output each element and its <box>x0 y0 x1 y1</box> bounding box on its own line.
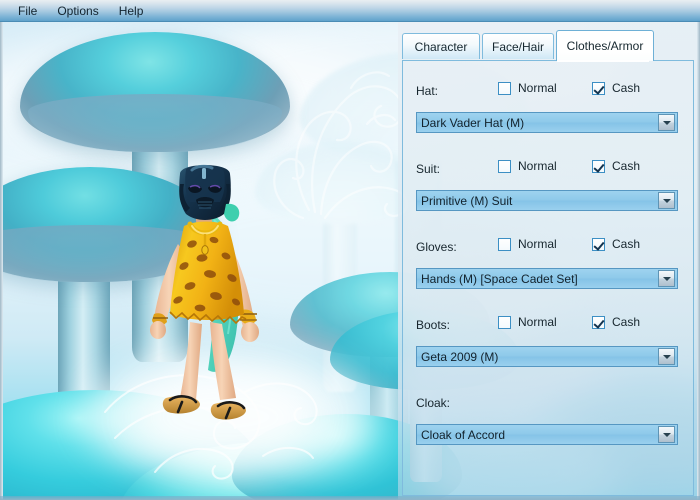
window-frame-bottom <box>0 496 700 500</box>
checkbox-box[interactable] <box>592 238 605 251</box>
gloves-label: Gloves: <box>416 240 457 254</box>
checkbox-box[interactable] <box>498 82 511 95</box>
checkbox-box[interactable] <box>592 316 605 329</box>
avatar-helmet <box>179 164 231 220</box>
group-cloak: Cloak: Cloak of Accord <box>416 394 678 464</box>
group-suit: Suit: Normal Cash Primitive (M) Suit <box>416 160 678 230</box>
tab-label: Clothes/Armor <box>566 39 644 53</box>
checkbox-label: Normal <box>518 237 557 251</box>
group-gloves: Gloves: Normal Cash Hands (M) [Space Cad… <box>416 238 678 308</box>
application-window: Character Face/Hair Clothes/Armor Hat: N… <box>0 0 700 500</box>
checkbox-box[interactable] <box>592 82 605 95</box>
customization-panel: Character Face/Hair Clothes/Armor Hat: N… <box>398 22 697 500</box>
checkbox-box[interactable] <box>498 316 511 329</box>
boots-combobox[interactable]: Geta 2009 (M) <box>416 346 678 367</box>
hat-label: Hat: <box>416 84 439 98</box>
chevron-down-icon[interactable] <box>658 426 675 443</box>
group-hat: Hat: Normal Cash Dark Vader Hat (M) <box>416 82 678 152</box>
checkbox-label: Cash <box>612 237 641 251</box>
chevron-down-icon[interactable] <box>658 192 675 209</box>
tab-strip: Character Face/Hair Clothes/Armor <box>402 30 694 61</box>
checkbox-label: Normal <box>518 159 557 173</box>
checkbox-label: Cash <box>612 81 641 95</box>
tab-character[interactable]: Character <box>402 33 480 59</box>
suit-label: Suit: <box>416 162 441 176</box>
gloves-normal-checkbox[interactable]: Normal <box>498 238 557 251</box>
suit-normal-checkbox[interactable]: Normal <box>498 160 557 173</box>
window-frame-left <box>0 22 3 500</box>
boots-cash-checkbox[interactable]: Cash <box>592 316 640 329</box>
chevron-down-icon[interactable] <box>658 114 675 131</box>
tab-label: Face/Hair <box>491 39 544 54</box>
menu-item-help[interactable]: Help <box>109 2 154 20</box>
active-tab-gap <box>557 60 649 62</box>
cloak-combobox-value: Cloak of Accord <box>421 427 506 442</box>
checkbox-box[interactable] <box>592 160 605 173</box>
hat-combobox[interactable]: Dark Vader Hat (M) <box>416 112 678 133</box>
hat-combobox-value: Dark Vader Hat (M) <box>421 115 525 130</box>
player-avatar[interactable] <box>140 162 270 432</box>
menu-item-file[interactable]: File <box>8 2 47 20</box>
suit-combobox-value: Primitive (M) Suit <box>421 193 513 208</box>
suit-combobox[interactable]: Primitive (M) Suit <box>416 190 678 211</box>
avatar-footwear-left <box>162 395 200 414</box>
hat-normal-checkbox[interactable]: Normal <box>498 82 557 95</box>
checkbox-label: Normal <box>518 315 557 329</box>
chevron-down-icon[interactable] <box>658 348 675 365</box>
group-boots: Boots: Normal Cash Geta 2009 (M) <box>416 316 678 386</box>
boots-label: Boots: <box>416 318 451 332</box>
gloves-cash-checkbox[interactable]: Cash <box>592 238 640 251</box>
tab-face-hair[interactable]: Face/Hair <box>482 33 554 59</box>
checkbox-label: Cash <box>612 159 641 173</box>
cloak-label: Cloak: <box>416 396 451 410</box>
menu-bar: File Options Help <box>0 0 700 22</box>
checkbox-label: Normal <box>518 81 557 95</box>
checkbox-label: Cash <box>612 315 641 329</box>
avatar-leg-left <box>180 322 202 400</box>
tab-label: Character <box>414 39 468 54</box>
checkbox-box[interactable] <box>498 160 511 173</box>
menu-item-options[interactable]: Options <box>47 2 108 20</box>
chevron-down-icon[interactable] <box>658 270 675 287</box>
boots-normal-checkbox[interactable]: Normal <box>498 316 557 329</box>
avatar-footwear-right <box>210 401 246 420</box>
tab-clothes-armor[interactable]: Clothes/Armor <box>556 30 654 61</box>
boots-combobox-value: Geta 2009 (M) <box>421 349 499 364</box>
gloves-combobox[interactable]: Hands (M) [Space Cadet Set] <box>416 268 678 289</box>
gloves-combobox-value: Hands (M) [Space Cadet Set] <box>421 271 578 286</box>
suit-cash-checkbox[interactable]: Cash <box>592 160 640 173</box>
checkbox-box[interactable] <box>498 238 511 251</box>
cloak-combobox[interactable]: Cloak of Accord <box>416 424 678 445</box>
hat-cash-checkbox[interactable]: Cash <box>592 82 640 95</box>
